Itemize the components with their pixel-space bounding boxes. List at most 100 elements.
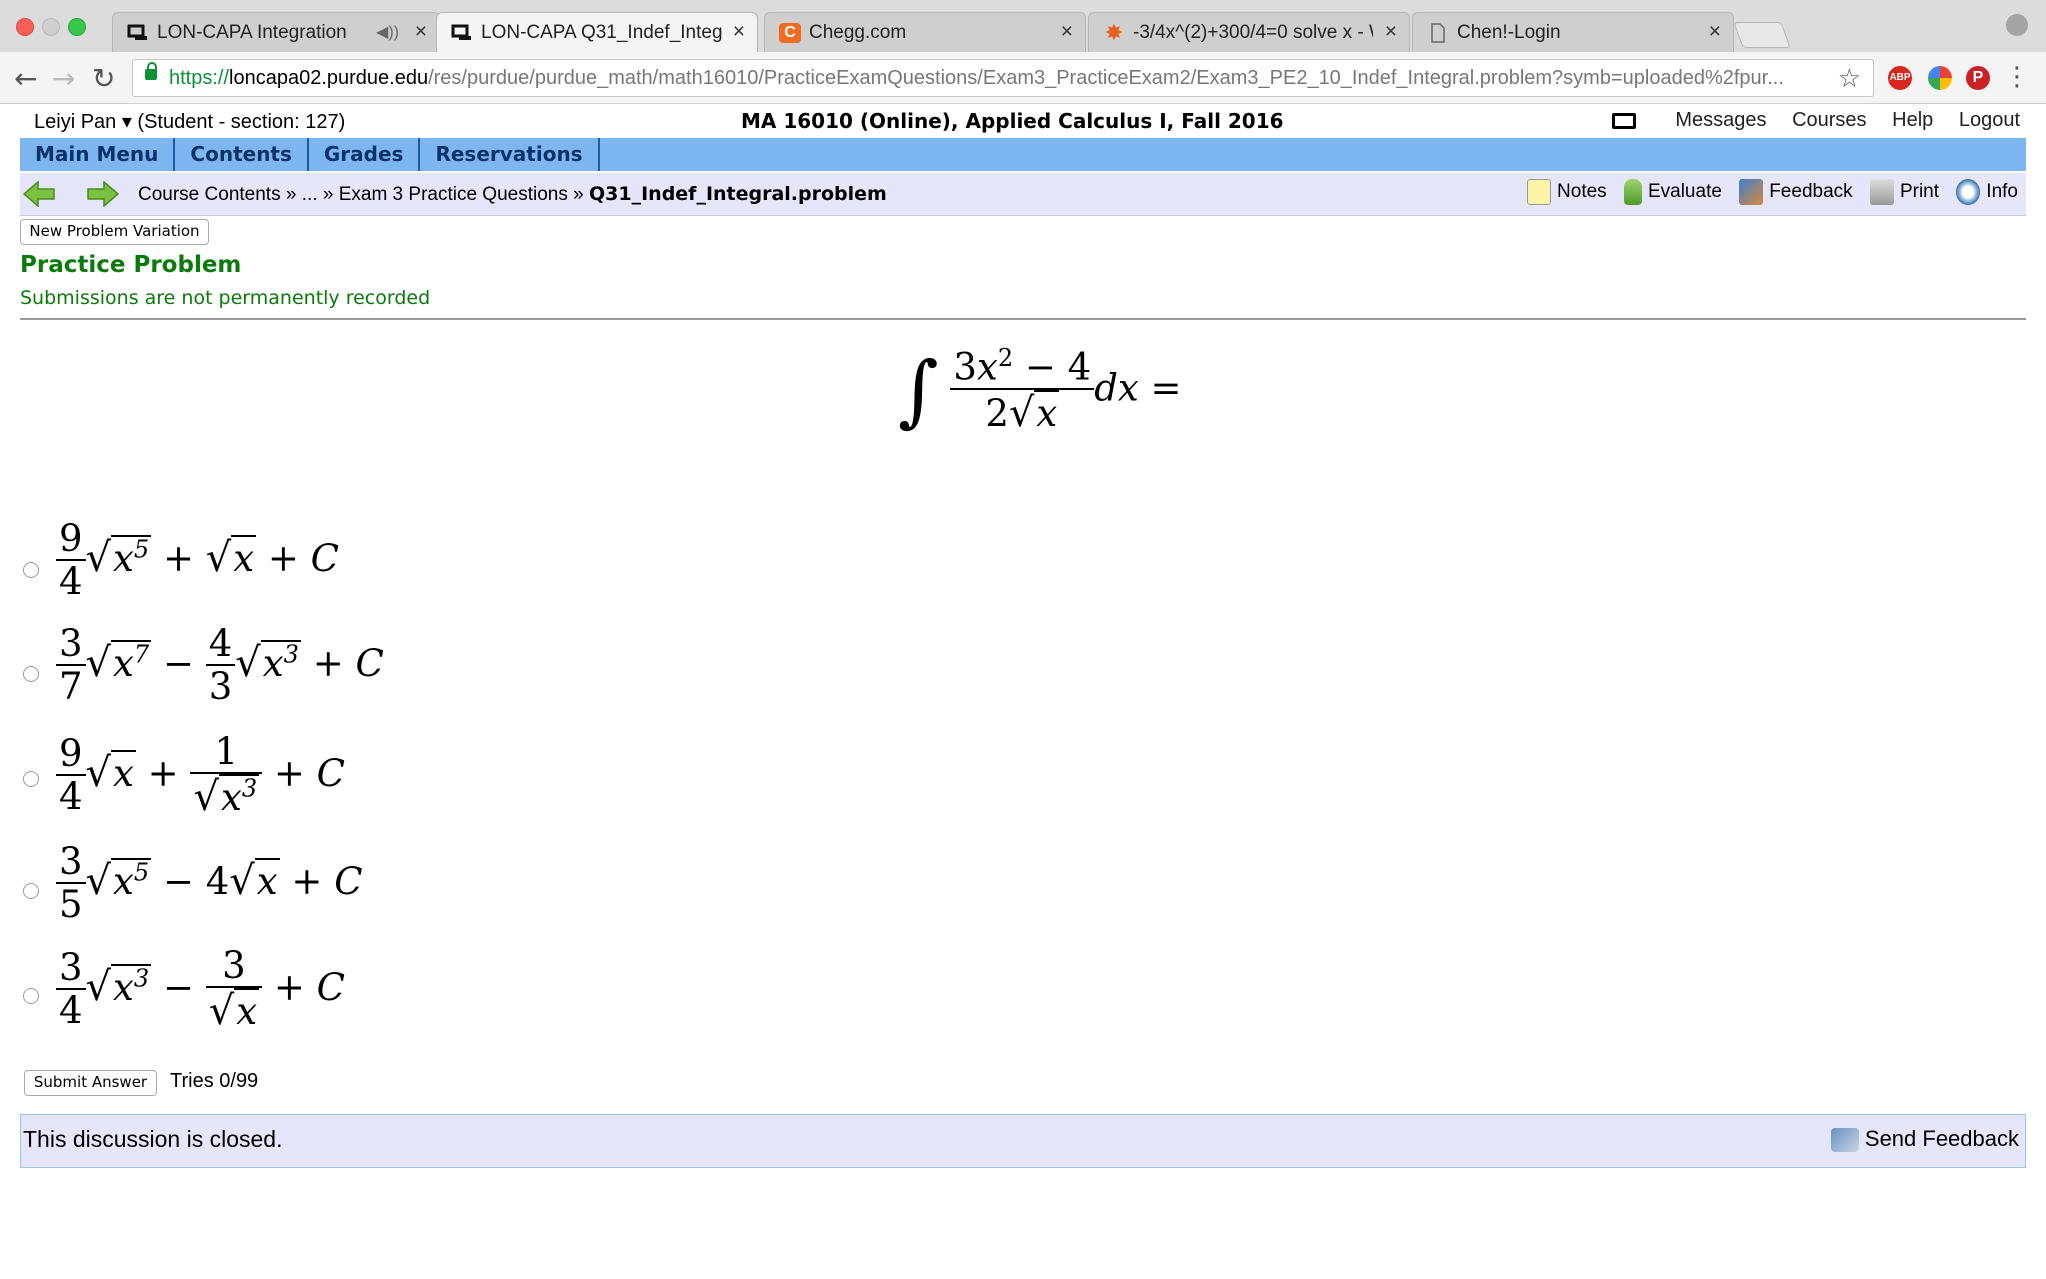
answer-option-3: 9 4 √x + 1 √x3 + C bbox=[56, 732, 345, 820]
info-label: Info bbox=[1986, 181, 2018, 203]
messages-link[interactable]: Messages bbox=[1675, 109, 1766, 131]
submit-answer-button[interactable]: Submit Answer bbox=[24, 1070, 157, 1096]
evaluate-label: Evaluate bbox=[1647, 181, 1722, 203]
adblock-extension-icon[interactable]: ABP bbox=[1888, 66, 1912, 90]
browser-tab[interactable]: Chen!-Login × bbox=[1412, 12, 1734, 52]
window-zoom-button[interactable] bbox=[68, 18, 86, 36]
feedback-tool[interactable]: Feedback bbox=[1739, 179, 1853, 205]
forward-arrow-icon[interactable]: → bbox=[52, 62, 75, 95]
loncapa-icon bbox=[127, 24, 147, 40]
practice-problem-heading: Practice Problem bbox=[20, 252, 242, 278]
logout-link[interactable]: Logout bbox=[1959, 109, 2020, 131]
practice-problem-subheading: Submissions are not permanently recorded bbox=[20, 287, 431, 309]
close-icon[interactable]: × bbox=[1385, 20, 1397, 44]
url-field[interactable]: https://loncapa02.purdue.edu/res/purdue/… bbox=[132, 59, 1874, 97]
page-tools: Notes Evaluate Feedback Print Info bbox=[1515, 179, 2018, 205]
url-path: /res/purdue/purdue_math/math16010/Practi… bbox=[428, 67, 1784, 89]
close-icon[interactable]: × bbox=[415, 20, 427, 44]
answer-radio[interactable] bbox=[23, 988, 39, 1004]
new-tab-button[interactable] bbox=[1733, 22, 1791, 48]
window-minimize-button[interactable] bbox=[42, 18, 60, 36]
url-protocol: https:// bbox=[169, 67, 230, 89]
breadcrumb-ellipsis[interactable]: ... bbox=[302, 184, 318, 205]
discussion-status: This discussion is closed. bbox=[23, 1126, 283, 1152]
window-close-button[interactable] bbox=[16, 18, 34, 36]
browser-tab[interactable]: C Chegg.com × bbox=[764, 12, 1086, 52]
course-title: MA 16010 (Online), Applied Calculus I, F… bbox=[741, 109, 1284, 133]
answer-option-4: 3 5 √x5 − 4√x + C bbox=[56, 842, 363, 926]
breadcrumb-course-contents[interactable]: Course Contents bbox=[138, 184, 281, 205]
profile-icon[interactable] bbox=[2006, 14, 2028, 36]
print-tool[interactable]: Print bbox=[1869, 179, 1940, 205]
close-icon[interactable]: × bbox=[1061, 20, 1073, 44]
help-link[interactable]: Help bbox=[1892, 109, 1933, 131]
tab-title: LON-CAPA Integration bbox=[157, 22, 347, 43]
user-name[interactable]: Leiyi Pan ▾ (Student - section: 127) bbox=[34, 109, 345, 134]
bookmark-star-icon[interactable]: ☆ bbox=[1838, 63, 1861, 94]
divider bbox=[20, 318, 2026, 320]
answer-option-2: 3 7 √x7 − 4 3 √x3 + C bbox=[56, 624, 384, 708]
pinterest-extension-icon[interactable]: P bbox=[1966, 66, 1990, 90]
page-icon bbox=[1431, 23, 1445, 43]
close-icon[interactable]: × bbox=[733, 20, 745, 44]
tab-title: LON-CAPA Q31_Indef_Integral bbox=[481, 22, 723, 43]
discussion-panel: This discussion is closed. Send Feedback bbox=[20, 1114, 2026, 1168]
speaker-icon[interactable]: ◀)) bbox=[376, 22, 399, 42]
send-feedback-label: Send Feedback bbox=[1864, 1126, 2019, 1151]
tries-counter: Tries 0/99 bbox=[170, 1070, 259, 1092]
answer-option-5: 3 4 √x3 − 3 √x + C bbox=[56, 946, 345, 1034]
menu-grades[interactable]: Grades bbox=[309, 138, 421, 171]
breadcrumb-current: Q31_Indef_Integral.problem bbox=[589, 183, 887, 205]
breadcrumb-separator: » bbox=[285, 184, 297, 205]
notes-icon bbox=[1527, 179, 1552, 205]
main-menu-bar: Main Menu Contents Grades Reservations bbox=[20, 138, 2026, 171]
browser-tab[interactable]: ✸ -3/4x^(2)+300/4=0 solve x - W × bbox=[1088, 12, 1410, 52]
answer-radio[interactable] bbox=[23, 562, 39, 578]
answer-radio[interactable] bbox=[23, 883, 39, 899]
chegg-icon: C bbox=[779, 23, 801, 43]
evaluate-tool[interactable]: Evaluate bbox=[1623, 179, 1722, 205]
new-problem-variation-button[interactable]: New Problem Variation bbox=[20, 219, 209, 245]
browser-tab-bar: LON-CAPA Integration ◀)) × LON-CAPA Q31_… bbox=[0, 0, 2046, 53]
wolfram-icon: ✸ bbox=[1104, 20, 1124, 45]
browser-menu-icon[interactable]: ⋮ bbox=[2004, 62, 2030, 92]
notes-tool[interactable]: Notes bbox=[1527, 179, 1607, 205]
answer-radio[interactable] bbox=[23, 771, 39, 787]
menu-reservations[interactable]: Reservations bbox=[420, 138, 600, 171]
previous-arrow-icon[interactable] bbox=[22, 181, 56, 207]
browser-tab[interactable]: LON-CAPA Integration ◀)) × bbox=[112, 12, 440, 52]
tab-title: -3/4x^(2)+300/4=0 solve x - W bbox=[1133, 22, 1373, 43]
courses-link[interactable]: Courses bbox=[1792, 109, 1866, 131]
question-formula: ∫ 3x2 − 4 2√x dx = bbox=[898, 344, 1182, 436]
menu-main-menu[interactable]: Main Menu bbox=[20, 138, 176, 171]
feedback-icon bbox=[1830, 1128, 1859, 1153]
answer-radio[interactable] bbox=[23, 666, 39, 682]
breadcrumb-bar: Course Contents » ... » Exam 3 Practice … bbox=[20, 173, 2026, 216]
close-icon[interactable]: × bbox=[1709, 20, 1721, 44]
monitor-icon[interactable] bbox=[1611, 112, 1636, 129]
reload-icon[interactable]: ↻ bbox=[92, 62, 115, 95]
send-feedback-link[interactable]: Send Feedback bbox=[1830, 1126, 2019, 1153]
notes-label: Notes bbox=[1557, 181, 1607, 203]
tab-title: Chegg.com bbox=[809, 22, 907, 43]
user-header: Leiyi Pan ▾ (Student - section: 127) MA … bbox=[0, 104, 2046, 138]
answer-option-1: 9 4 √x5 + √x + C bbox=[56, 519, 339, 603]
feedback-label: Feedback bbox=[1769, 181, 1853, 203]
info-tool[interactable]: Info bbox=[1956, 179, 2018, 205]
info-icon bbox=[1956, 179, 1981, 205]
url-host: loncapa02.purdue.edu bbox=[229, 67, 429, 89]
loncapa-icon bbox=[451, 24, 471, 40]
browser-tab-active[interactable]: LON-CAPA Q31_Indef_Integral × bbox=[436, 12, 758, 53]
address-toolbar: ← → ↻ https://loncapa02.purdue.edu/res/p… bbox=[0, 52, 2046, 104]
back-arrow-icon[interactable]: ← bbox=[14, 62, 37, 95]
breadcrumb-exam3[interactable]: Exam 3 Practice Questions bbox=[339, 184, 568, 205]
lock-icon bbox=[145, 62, 157, 80]
menu-contents[interactable]: Contents bbox=[175, 138, 309, 171]
next-arrow-icon[interactable] bbox=[86, 181, 120, 207]
tab-title: Chen!-Login bbox=[1457, 22, 1561, 43]
breadcrumb-separator: » bbox=[573, 184, 584, 205]
extension-icon[interactable] bbox=[1928, 66, 1952, 90]
print-label: Print bbox=[1899, 181, 1940, 203]
printer-icon bbox=[1869, 179, 1894, 205]
breadcrumb: Course Contents » ... » Exam 3 Practice … bbox=[138, 183, 887, 206]
